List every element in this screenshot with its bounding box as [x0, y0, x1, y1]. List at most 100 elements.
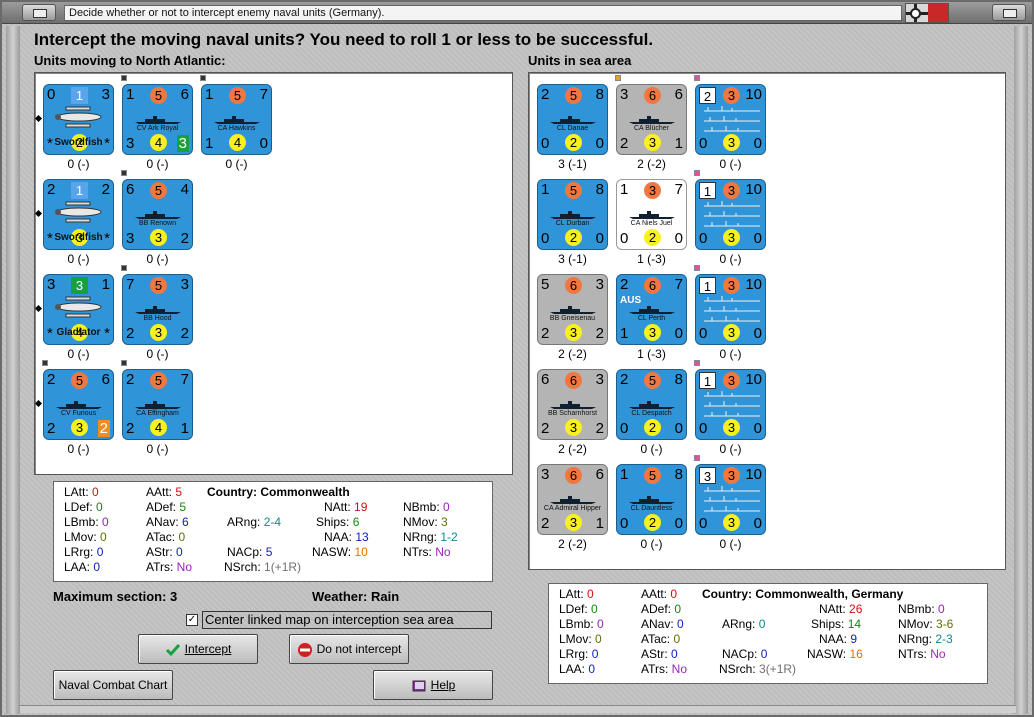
counter-bottom-right-value: 2: [97, 420, 110, 437]
unit-counter[interactable]: 0 1 3 * 2 * Swordfish: [43, 84, 114, 155]
restore-button[interactable]: [992, 4, 1026, 21]
country-label: Country:: [702, 587, 756, 601]
intercept-button[interactable]: Intercept: [138, 634, 258, 664]
unit-counter[interactable]: 2 5 8 0 2 0 CL Despatch: [616, 369, 687, 440]
unit-counter[interactable]: 1 3 7 0 2 0 CA Niels Juel: [616, 179, 687, 250]
sea-area-units-panel[interactable]: 2 5 8 0 2 0 CL Danae 3 (-1) 3 6 6 2 3 1 CA Blücher 2 (-…: [528, 72, 1006, 570]
no-entry-icon: [297, 642, 312, 657]
unit-counter[interactable]: 2 5 8 0 2 0 CL Danae: [537, 84, 608, 155]
counter-status: 0 (-): [719, 537, 742, 551]
do-not-intercept-button[interactable]: Do not intercept: [289, 634, 409, 664]
unit-counter[interactable]: 1 5 6 3 4 3 CV Ark Royal: [122, 84, 193, 155]
counter-status: 2 (-2): [558, 442, 587, 456]
counter-unit-name: CA Effingham: [136, 410, 179, 417]
counter-attack-value: 5: [644, 372, 661, 389]
stat-nacp: NACp: 5: [227, 545, 273, 559]
stat-value: 0: [92, 485, 99, 499]
unit-counter[interactable]: 1 3 10 0 3 0: [695, 274, 766, 345]
moving-units-panel[interactable]: 0 1 3 * 2 * Swordfish 0 (-) 1 5 6 3 4 3 CV Ark Royal 0 …: [34, 72, 513, 475]
stack-marker-icon: [694, 265, 700, 271]
counter-bottom-right-value: 0: [753, 135, 762, 152]
ship-icon: [629, 111, 675, 124]
stat-value: 0: [100, 530, 107, 544]
counter-defense-value: 3: [565, 514, 582, 531]
system-menu-button[interactable]: [22, 4, 56, 21]
unit-counter[interactable]: 6 6 3 2 3 2 BB Scharnhorst: [537, 369, 608, 440]
counter-unit-name: CA Hawkins: [217, 125, 256, 132]
counter-status: 1 (-3): [637, 347, 666, 361]
counter-top-right-value: 10: [745, 276, 762, 293]
unit-counter[interactable]: 1 5 8 0 2 0 CL Dauntless: [616, 464, 687, 535]
unit-counter[interactable]: 3 3 10 0 3 0: [695, 464, 766, 535]
counter-defense-value: 3: [150, 324, 167, 341]
counter-top-right-value: 6: [101, 371, 110, 388]
counter-unit-name: Gladiator: [56, 327, 101, 338]
stat-astr: AStr: 0: [146, 545, 183, 559]
center-map-checkbox[interactable]: ✓ Center linked map on interception sea …: [186, 611, 492, 629]
naval-combat-chart-button[interactable]: Naval Combat Chart: [53, 670, 173, 700]
unit-counter[interactable]: 1 5 7 1 4 0 CA Hawkins: [201, 84, 272, 155]
counter-bottom-left-value: 3: [126, 230, 135, 247]
stat-lmov: LMov: 0: [559, 632, 602, 646]
unit-counter[interactable]: 5 6 3 2 3 2 BB Gneisenau: [537, 274, 608, 345]
counter-top-right-value: 8: [595, 86, 604, 103]
unit-counter[interactable]: 2 1 2 * 3 * Swordfish: [43, 179, 114, 250]
counter-bottom-right-value: 0: [674, 515, 683, 532]
unit-counter[interactable]: 2 5 7 2 4 1 CA Effingham: [122, 369, 193, 440]
stat-value: 0: [671, 647, 678, 661]
stack-marker-icon: [200, 75, 206, 81]
counter-top-left-value: 1: [541, 181, 550, 198]
counter-top-right-value: 7: [259, 86, 268, 103]
counter-bottom-right-value: 0: [595, 135, 604, 152]
stack-marker-icon: [615, 75, 621, 81]
counter-attack-value: 5: [565, 87, 582, 104]
left-frame: [6, 26, 20, 714]
counter-bottom-right-value: 0: [753, 325, 762, 342]
counter-bottom-right-value: 1: [180, 420, 189, 437]
unit-counter[interactable]: 3 6 6 2 3 1 CA Blücher: [616, 84, 687, 155]
unit-counter[interactable]: 2 6 7 1 3 0 CL Perth AUS: [616, 274, 687, 345]
counter-unit-name: CA Niels Juel: [630, 220, 673, 227]
counter-top-left-value: 5: [541, 276, 550, 293]
stat-value: 0: [758, 617, 766, 631]
counter-bottom-left-value: 0: [699, 420, 708, 437]
counter-unit-name: CL Despatch: [631, 410, 672, 417]
counter-top-left-value: 0: [47, 86, 56, 103]
checkbox-box[interactable]: ✓: [186, 614, 198, 626]
stat-value: 0: [670, 587, 678, 601]
stat-value: No: [176, 560, 193, 574]
unit-counter[interactable]: 3 3 1 * 4 * Gladiator: [43, 274, 114, 345]
unit-counter[interactable]: 7 5 3 2 3 2 BB Hood: [122, 274, 193, 345]
unit-counter[interactable]: 2 5 6 2 3 2 CV Furious: [43, 369, 114, 440]
counter-status: 0 (-): [146, 442, 169, 456]
counter-status: 0 (-): [640, 537, 663, 551]
counter-top-right-value: 6: [180, 86, 189, 103]
unit-counter[interactable]: 1 3 10 0 3 0: [695, 179, 766, 250]
stat-value: 0: [595, 632, 602, 646]
counter-top-right-value: 3: [101, 86, 110, 103]
help-label: Help: [430, 678, 456, 692]
unit-counter[interactable]: 2 3 10 0 3 0: [695, 84, 766, 155]
stat-anav: ANav: 0: [641, 617, 684, 631]
stat-value: 0: [96, 500, 103, 514]
counter-top-right-value: 7: [674, 276, 683, 293]
counter-bottom-right-value: 1: [674, 135, 683, 152]
counter-bottom-left-value: 0: [699, 325, 708, 342]
unit-counter[interactable]: 1 3 10 0 3 0: [695, 369, 766, 440]
stat-value: 0: [760, 647, 768, 661]
aircraft-icon: [52, 103, 106, 131]
stat-value: 2-3: [935, 632, 953, 646]
stack-marker-icon: [121, 265, 127, 271]
stat-aatt: AAtt: 0: [641, 587, 678, 601]
counter-status: 0 (-): [719, 442, 742, 456]
stat-naa: NAA: 9: [819, 632, 858, 646]
stat-adef: ADef: 0: [641, 602, 682, 616]
unit-counter[interactable]: 6 5 4 3 3 2 BB Renown: [122, 179, 193, 250]
unit-counter[interactable]: 1 5 8 0 2 0 CL Durban: [537, 179, 608, 250]
counter-top-right-value: 7: [180, 371, 189, 388]
counter-bottom-left-value: 2: [47, 420, 56, 437]
ship-icon: [135, 111, 181, 124]
counter-bottom-left-value: 0: [541, 135, 550, 152]
unit-counter[interactable]: 3 6 6 2 3 1 CA Admiral Hipper: [537, 464, 608, 535]
help-button[interactable]: Help: [373, 670, 493, 700]
